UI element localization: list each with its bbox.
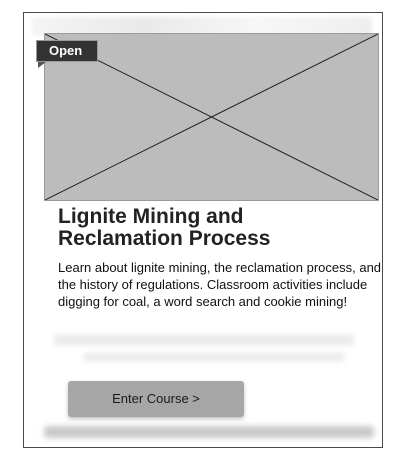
status-badge: Open — [36, 40, 98, 62]
footer-progress-bar — [44, 426, 374, 438]
badge-ribbon-tail — [38, 62, 46, 68]
course-card: Open Lignite Mining and Reclamation Proc… — [23, 12, 383, 448]
course-title-line-1: Lignite Mining and — [58, 205, 244, 228]
course-title-line-2: Reclamation Process — [58, 227, 271, 250]
course-description: Learn about lignite mining, the reclamat… — [58, 260, 382, 309]
blurred-divider — [54, 335, 354, 345]
course-title[interactable]: Lignite Mining and Reclamation Process — [58, 206, 378, 250]
enter-course-button[interactable]: Enter Course > — [68, 381, 244, 417]
blurred-divider — [84, 353, 344, 361]
page: Open Lignite Mining and Reclamation Proc… — [0, 0, 412, 461]
